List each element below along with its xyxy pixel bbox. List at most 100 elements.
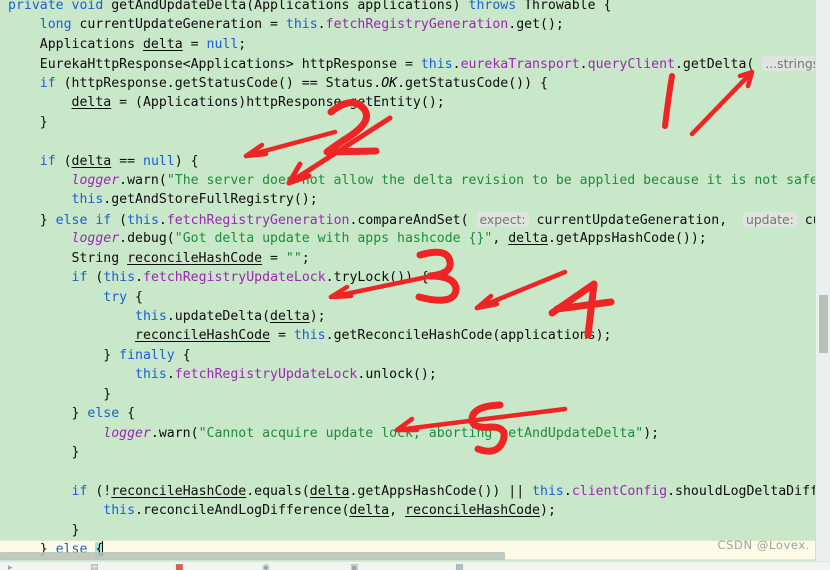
code-token: fetchRegistryUpdateLock xyxy=(174,367,358,383)
code-line[interactable]: if (delta == null) { xyxy=(0,152,815,171)
code-line[interactable]: } xyxy=(0,113,815,132)
inline-parameter-hint[interactable]: ...strings: xyxy=(762,56,815,72)
code-token: . xyxy=(135,270,144,286)
code-line[interactable]: this.getAndStoreFullRegistry(); xyxy=(0,190,815,209)
code-token: currentUpdateGeneration, xyxy=(528,212,743,228)
code-token: getAndUpdateDelta xyxy=(111,0,247,13)
code-text-layer[interactable]: private void getAndUpdateDelta(Applicati… xyxy=(0,0,815,561)
horizontal-scroll-thumb[interactable] xyxy=(0,552,505,560)
code-line[interactable]: logger.debug("Got delta update with apps… xyxy=(0,229,815,248)
code-token: .getAppsHashCode()) || xyxy=(349,483,533,499)
code-token: "Got delta update with apps hashcode {}" xyxy=(174,231,493,247)
code-token: fetchRegistryGeneration xyxy=(325,17,509,33)
code-line[interactable]: this.reconcileAndLogDifference(delta, re… xyxy=(0,501,815,520)
problems-tool-icon[interactable]: ■ xyxy=(175,564,184,570)
code-token: throws xyxy=(468,0,525,13)
code-line[interactable] xyxy=(0,463,815,482)
code-token: reconcileHashCode xyxy=(111,483,247,499)
code-token: (! xyxy=(95,483,112,499)
code-token: fetchRegistryGeneration xyxy=(166,212,350,228)
bottom-tool-window-bar[interactable]: ▸ ▤ ■ ◉ ▣ ▩ xyxy=(0,561,830,570)
code-line[interactable]: } xyxy=(0,521,815,540)
code-token: this xyxy=(103,270,136,286)
code-token: fetchRegistryUpdateLock xyxy=(143,270,326,286)
code-token: ( xyxy=(119,212,128,228)
code-line[interactable]: } xyxy=(0,443,815,462)
terminal-tool-icon[interactable]: ◉ xyxy=(262,564,270,570)
code-token: .getReconcileHashCode(applications); xyxy=(325,328,612,344)
code-token: ); xyxy=(309,309,326,324)
code-token: OK xyxy=(381,75,398,91)
code-token: private xyxy=(8,0,72,13)
code-line[interactable]: } finally { xyxy=(0,346,815,365)
code-line[interactable]: EurekaHttpResponse<Applications> httpRes… xyxy=(0,54,815,73)
inline-parameter-hint[interactable]: update: xyxy=(742,211,797,227)
code-token: = xyxy=(270,328,294,344)
code-line[interactable]: long currentUpdateGeneration = this.fetc… xyxy=(0,15,815,34)
code-token: this xyxy=(135,367,167,383)
code-token: } xyxy=(8,114,48,130)
code-line[interactable]: } else { xyxy=(0,404,815,423)
code-line[interactable]: reconcileHashCode = this.getReconcileHas… xyxy=(0,326,815,345)
code-line[interactable]: this.updateDelta(delta); xyxy=(0,307,815,326)
run-tool-icon[interactable]: ▸ xyxy=(8,564,13,570)
code-token: if xyxy=(39,153,64,169)
code-line[interactable]: this.fetchRegistryUpdateLock.unlock(); xyxy=(0,365,815,384)
build-tool-icon[interactable]: ▩ xyxy=(455,564,464,570)
code-token: delta xyxy=(309,483,350,499)
code-token: clientConfig xyxy=(571,483,668,499)
code-token: .updateDelta( xyxy=(166,309,271,324)
code-line[interactable]: } xyxy=(0,385,815,404)
code-line[interactable]: try { xyxy=(0,288,815,307)
code-line[interactable]: if (httpResponse.getStatusCode() == Stat… xyxy=(0,74,815,93)
code-token: long xyxy=(39,17,80,33)
code-editor-screenshot: private void getAndUpdateDelta(Applicati… xyxy=(0,0,830,570)
code-line[interactable]: logger.warn("Cannot acquire update lock,… xyxy=(0,424,815,443)
code-token: = xyxy=(262,250,286,266)
inline-parameter-hint[interactable]: expect: xyxy=(476,211,529,227)
services-tool-icon[interactable]: ▣ xyxy=(350,564,359,570)
code-line[interactable]: Applications delta = null; xyxy=(0,35,815,54)
horizontal-scrollbar[interactable] xyxy=(0,552,815,561)
code-line[interactable]: } else if (this.fetchRegistryGeneration.… xyxy=(0,210,815,229)
code-token: delta xyxy=(270,309,310,324)
todo-tool-icon[interactable]: ▤ xyxy=(90,564,99,570)
code-token: { xyxy=(127,406,136,422)
csdn-watermark: CSDN @Lovex. xyxy=(717,538,810,552)
vertical-scrollbar[interactable] xyxy=(815,0,830,561)
code-token: } xyxy=(8,406,88,422)
code-token: logger xyxy=(71,172,120,188)
code-token: try xyxy=(103,289,136,305)
code-line[interactable]: delta = (Applications)httpResponse.getEn… xyxy=(0,93,815,112)
code-token: "" xyxy=(285,250,302,266)
code-token: finally xyxy=(119,347,183,363)
code-token: reconcileHashCode xyxy=(127,250,263,266)
code-line[interactable]: String reconcileHashCode = ""; xyxy=(0,249,815,268)
code-editor-pane[interactable]: private void getAndUpdateDelta(Applicati… xyxy=(0,0,815,561)
vertical-scroll-thumb[interactable] xyxy=(819,295,828,353)
code-token: ) { xyxy=(174,153,199,169)
code-token: ); xyxy=(643,425,660,441)
code-token: reconcileHashCode xyxy=(135,328,271,344)
code-token: ); xyxy=(540,503,556,519)
code-line[interactable]: if (this.fetchRegistryUpdateLock.tryLock… xyxy=(0,268,815,287)
code-token: .shouldLogDeltaDiff( xyxy=(667,483,815,499)
code-token: } xyxy=(8,212,56,228)
code-line[interactable]: private void getAndUpdateDelta(Applicati… xyxy=(0,0,815,15)
code-line[interactable]: logger.warn("The server does not allow t… xyxy=(0,171,815,190)
code-line[interactable]: if (!reconcileHashCode.equals(delta.getA… xyxy=(0,482,815,501)
code-token: == xyxy=(111,153,144,169)
code-token: .equals( xyxy=(246,483,310,499)
code-token: else if xyxy=(55,212,120,228)
code-line[interactable] xyxy=(0,132,815,151)
code-token: } xyxy=(8,445,80,461)
code-token: null xyxy=(143,153,175,169)
code-token: (Applications applications) xyxy=(246,0,469,13)
